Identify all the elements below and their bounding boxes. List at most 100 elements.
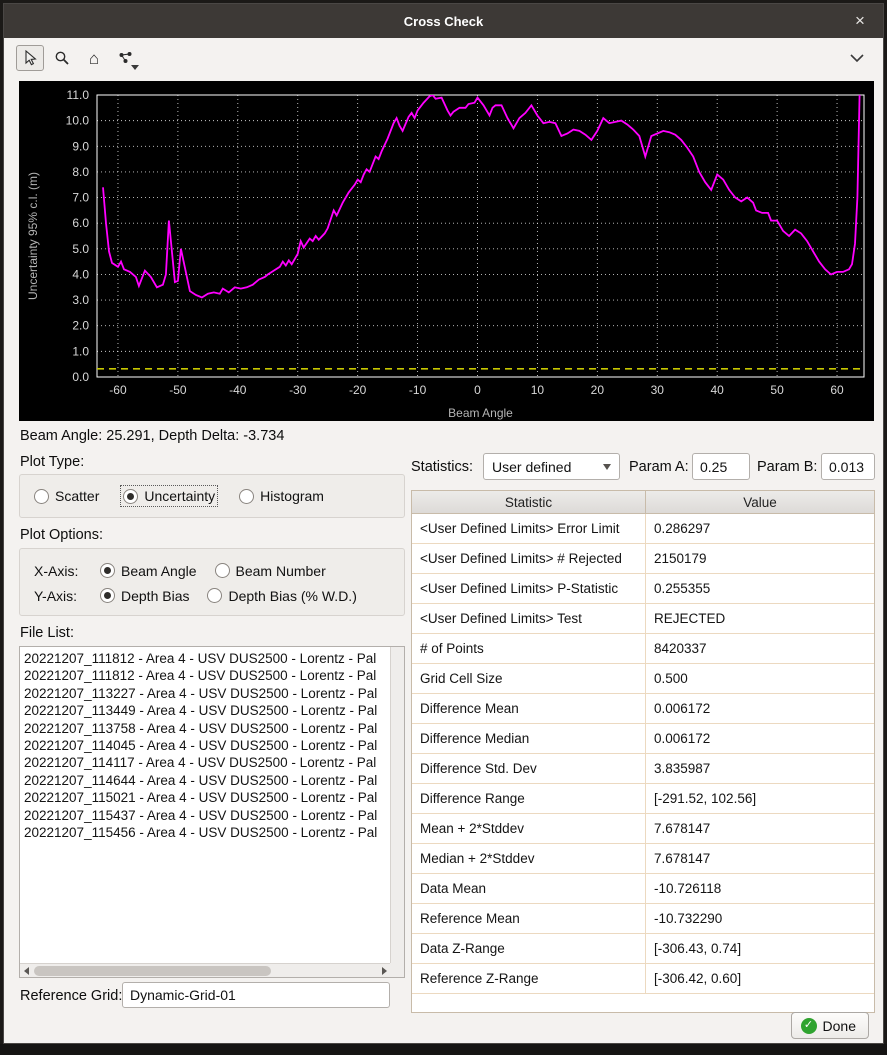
svg-text:8.0: 8.0 [72,165,89,179]
svg-text:2.0: 2.0 [72,319,89,333]
titlebar[interactable]: Cross Check × [4,4,883,38]
svg-text:5.0: 5.0 [72,242,89,256]
dropdown-caret-icon [131,65,139,70]
x-axis-option-beam-number[interactable]: Beam Number [215,563,326,579]
table-row: Mean + 2*Stddev7.678147 [412,814,874,844]
plot-type-option-histogram[interactable]: Histogram [239,488,324,504]
uncertainty-plot[interactable]: -60-50-40-30-20-1001020304050600.01.02.0… [19,81,874,421]
column-header-statistic[interactable]: Statistic [412,491,646,513]
svg-text:40: 40 [711,383,725,397]
svg-text:10: 10 [531,383,545,397]
table-row: <User Defined Limits> Error Limit0.28629… [412,514,874,544]
radio-option-label: Depth Bias [121,588,189,604]
table-row: Data Mean-10.726118 [412,874,874,904]
home-tool-button[interactable]: ⌂ [80,45,108,71]
horizontal-scroll-thumb[interactable] [34,966,271,976]
reference-grid-input[interactable] [122,982,390,1008]
zoom-icon [54,50,70,66]
radio-option-label: Scatter [55,488,99,504]
file-list-item[interactable]: 20221207_111812 - Area 4 - USV DUS2500 -… [24,667,390,684]
done-button[interactable]: ✓ Done [791,1012,869,1039]
value-cell: 3.835987 [646,754,874,783]
statistic-cell: <User Defined Limits> Error Limit [412,514,646,543]
y-axis-label: Y-Axis: [34,588,84,604]
file-list-item[interactable]: 20221207_111812 - Area 4 - USV DUS2500 -… [24,650,390,667]
radio-unselected-icon [239,489,254,504]
y-axis-option-depth-bias-w-d[interactable]: Depth Bias (% W.D.) [207,588,356,604]
file-list-item[interactable]: 20221207_114045 - Area 4 - USV DUS2500 -… [24,737,390,754]
plot-type-group: Scatter Uncertainty Histogram [19,474,405,518]
value-cell: [-306.43, 0.74] [646,934,874,963]
close-icon[interactable]: × [850,11,870,31]
y-axis-option-depth-bias[interactable]: Depth Bias [100,588,189,604]
table-row: <User Defined Limits> TestREJECTED [412,604,874,634]
file-list-item[interactable]: 20221207_115437 - Area 4 - USV DUS2500 -… [24,807,390,824]
file-list-item[interactable]: 20221207_113449 - Area 4 - USV DUS2500 -… [24,702,390,719]
home-icon: ⌂ [89,50,99,67]
file-list-horizontal-scrollbar[interactable] [20,963,390,977]
param-b-input[interactable] [821,453,875,480]
file-list-items: 20221207_111812 - Area 4 - USV DUS2500 -… [20,647,390,963]
plot-settings-tool-button[interactable] [112,45,140,71]
value-cell: 7.678147 [646,844,874,873]
svg-text:0: 0 [474,383,481,397]
plot-options-group: X-Axis: Beam Angle Beam Number Y-Axis: De… [19,548,405,616]
svg-text:Uncertainty 95% c.l. (m): Uncertainty 95% c.l. (m) [26,172,40,300]
file-list-item[interactable]: 20221207_115456 - Area 4 - USV DUS2500 -… [24,824,390,841]
scroll-left-icon[interactable] [20,964,32,978]
param-a-input[interactable] [692,453,750,480]
radio-option-label: Beam Number [236,563,326,579]
file-list[interactable]: 20221207_111812 - Area 4 - USV DUS2500 -… [19,646,405,978]
statistic-cell: Reference Mean [412,904,646,933]
radio-option-label: Uncertainty [144,488,215,504]
svg-text:1.0: 1.0 [72,344,89,358]
value-cell: 0.006172 [646,724,874,753]
pointer-tool-button[interactable] [16,45,44,71]
file-list-vertical-scrollbar[interactable] [390,647,404,963]
file-list-item[interactable]: 20221207_114644 - Area 4 - USV DUS2500 -… [24,772,390,789]
statistic-cell: Difference Std. Dev [412,754,646,783]
chevron-down-icon [849,53,865,63]
statistic-cell: # of Points [412,634,646,663]
radio-option-label: Histogram [260,488,324,504]
svg-text:-60: -60 [109,383,127,397]
svg-text:11.0: 11.0 [67,88,90,102]
table-row: Difference Median0.006172 [412,724,874,754]
svg-text:60: 60 [830,383,844,397]
svg-text:20: 20 [591,383,605,397]
statistic-cell: <User Defined Limits> P-Statistic [412,574,646,603]
radio-selected-icon [123,489,138,504]
scroll-right-icon[interactable] [378,964,390,978]
file-list-item[interactable]: 20221207_115021 - Area 4 - USV DUS2500 -… [24,789,390,806]
x-axis-label: X-Axis: [34,563,84,579]
statistic-cell: Reference Z-Range [412,964,646,993]
statistic-cell: Difference Range [412,784,646,813]
file-list-item[interactable]: 20221207_114117 - Area 4 - USV DUS2500 -… [24,754,390,771]
zoom-tool-button[interactable] [48,45,76,71]
table-row: Reference Mean-10.732290 [412,904,874,934]
plot-type-option-scatter[interactable]: Scatter [34,488,99,504]
statistic-cell: <User Defined Limits> # Rejected [412,544,646,573]
statistic-cell: Data Z-Range [412,934,646,963]
plot-type-label: Plot Type: [20,454,84,470]
svg-text:6.0: 6.0 [72,216,89,230]
toolbar: ⌂ [4,38,883,78]
statistics-dropdown[interactable]: User defined [483,453,620,480]
toolbar-overflow-chevron[interactable] [849,50,865,68]
radio-option-label: Depth Bias (% W.D.) [228,588,356,604]
plot-type-option-uncertainty[interactable]: Uncertainty [123,488,215,504]
radio-selected-icon [100,588,115,603]
value-cell: 0.255355 [646,574,874,603]
x-axis-option-beam-angle[interactable]: Beam Angle [100,563,197,579]
table-row: Median + 2*Stddev7.678147 [412,844,874,874]
svg-text:4.0: 4.0 [72,267,89,281]
value-cell: 7.678147 [646,814,874,843]
file-list-item[interactable]: 20221207_113758 - Area 4 - USV DUS2500 -… [24,720,390,737]
value-cell: [-306.42, 0.60] [646,964,874,993]
column-header-value[interactable]: Value [646,491,874,513]
table-row: <User Defined Limits> P-Statistic0.25535… [412,574,874,604]
statistic-cell: <User Defined Limits> Test [412,604,646,633]
value-cell: 8420337 [646,634,874,663]
value-cell: 2150179 [646,544,874,573]
file-list-item[interactable]: 20221207_113227 - Area 4 - USV DUS2500 -… [24,685,390,702]
